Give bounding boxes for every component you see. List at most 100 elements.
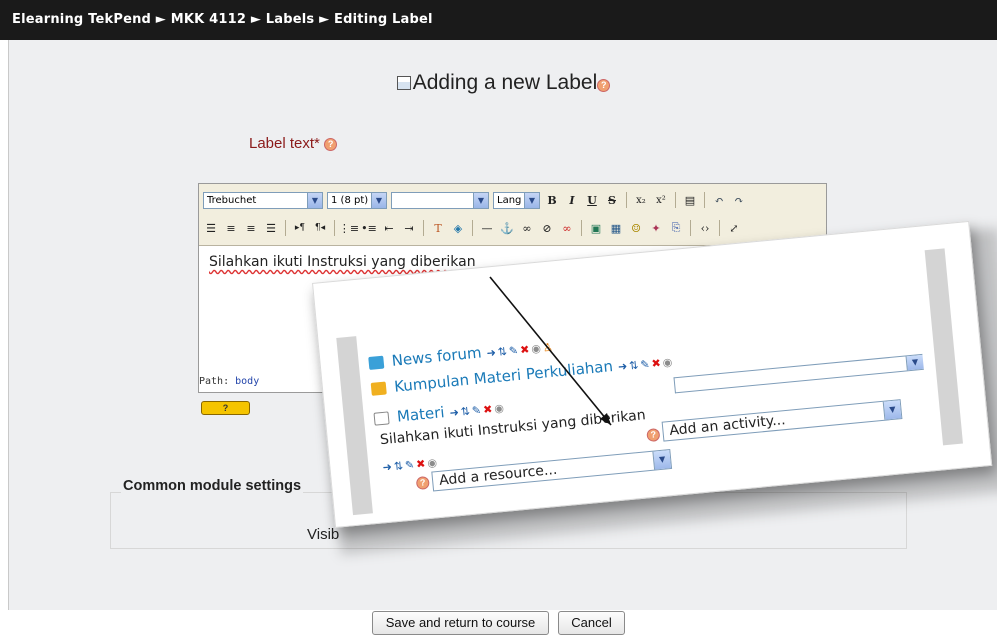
forum-icon — [368, 355, 385, 370]
help-icon[interactable]: ? — [415, 475, 430, 491]
indent-icon[interactable]: ⇥ — [401, 220, 417, 236]
redo-icon[interactable]: ↷ — [731, 192, 747, 208]
page-title-text: Adding a new Label — [412, 71, 598, 94]
breadcrumb-navbar: Elearning TekPend ► MKK 4112 ► Labels ► … — [0, 0, 997, 40]
horizontal-rule-icon[interactable]: — — [479, 220, 495, 236]
breadcrumb-course[interactable]: MKK 4112 — [171, 12, 246, 27]
image-icon[interactable]: ▣ — [588, 220, 604, 236]
italic-icon[interactable]: I — [564, 192, 580, 208]
common-module-settings-legend[interactable]: Common module settings — [121, 478, 304, 494]
anchor-icon[interactable]: ⚓ — [499, 220, 515, 236]
edit-icons: ➜⇅✎✖◉ — [617, 355, 675, 374]
resource-icon — [373, 411, 390, 426]
align-center-icon[interactable]: ≡ — [223, 220, 239, 236]
font-family-select[interactable]: Trebuchet ▼ — [203, 191, 323, 209]
inset-materi-link[interactable]: Materi — [396, 403, 445, 425]
html-source-icon[interactable]: ‹› — [697, 220, 713, 236]
edit-icons: ➜⇅✎✖◉ — [449, 401, 507, 420]
save-button[interactable]: Save and return to course — [372, 611, 549, 635]
edit-icons: ➜⇅✎✖◉♙ — [486, 340, 556, 360]
inset-right-bar — [924, 248, 963, 446]
superscript-icon[interactable]: x² — [653, 192, 669, 208]
breadcrumb-separator: ► — [319, 12, 330, 27]
editor-path: Path: body — [199, 376, 259, 387]
ordered-list-icon[interactable]: ⋮≡ — [339, 220, 359, 236]
toolbar-divider — [423, 220, 424, 236]
breadcrumb-site[interactable]: Elearning TekPend — [12, 12, 151, 27]
visible-label: Visib — [307, 526, 340, 543]
inset-left-bar — [336, 336, 373, 516]
clean-word-icon[interactable]: ▤ — [682, 192, 698, 208]
keyboard-help-button[interactable]: ? — [201, 401, 250, 415]
special-char-icon[interactable]: ✦ — [648, 220, 664, 236]
chevron-down-icon: ▼ — [524, 192, 539, 208]
align-right-icon[interactable]: ≡ — [243, 220, 259, 236]
help-icon[interactable]: ? — [597, 79, 611, 92]
undo-icon[interactable]: ↶ — [711, 192, 727, 208]
toolbar-divider — [719, 220, 720, 236]
search-replace-icon[interactable]: ⎘ — [668, 220, 684, 236]
toolbar-divider — [626, 192, 627, 208]
add-activity-value: Add an activity... — [668, 412, 787, 439]
toolbar-divider — [581, 220, 582, 236]
path-label: Path: — [199, 376, 230, 387]
editor-text: Silahkan ikuti Instruksi yang diberikan — [209, 254, 476, 270]
toolbar-divider — [690, 220, 691, 236]
breadcrumb-separator: ► — [155, 12, 166, 27]
chevron-down-icon: ▼ — [371, 192, 386, 208]
rtl-icon[interactable]: ¶◂ — [312, 220, 328, 236]
outdent-icon[interactable]: ⇤ — [381, 220, 397, 236]
editor-toolbar: Trebuchet ▼ 1 (8 pt) ▼ ▼ Lang ▼ B I U S x₂ … — [199, 184, 826, 246]
breadcrumb-separator: ► — [250, 12, 262, 27]
page-title: Adding a new Label? — [9, 71, 997, 95]
inset-news-forum-link[interactable]: News forum — [391, 343, 482, 369]
format-select[interactable]: ▼ — [391, 191, 489, 209]
breadcrumb-current: Editing Label — [334, 12, 433, 27]
label-module-icon — [396, 76, 411, 90]
label-text-label: Label text* — [249, 135, 320, 152]
smiley-icon[interactable]: ☺ — [628, 220, 644, 236]
font-size-value: 1 (8 pt) — [331, 194, 369, 206]
link-icon[interactable]: ∞ — [519, 220, 535, 236]
toolbar-divider — [285, 220, 286, 236]
label-text-field-label: Label text* ? — [249, 135, 338, 152]
toolbar-divider — [334, 220, 335, 236]
chevron-down-icon: ▼ — [652, 450, 672, 470]
align-left-icon[interactable]: ☰ — [203, 220, 219, 236]
underline-icon[interactable]: U — [584, 192, 600, 208]
fullscreen-icon[interactable]: ⤢ — [726, 220, 742, 236]
table-icon[interactable]: ▦ — [608, 220, 624, 236]
font-size-select[interactable]: 1 (8 pt) ▼ — [327, 191, 387, 209]
chevron-down-icon: ▼ — [905, 354, 924, 371]
breadcrumb-module[interactable]: Labels — [266, 12, 315, 27]
add-activity-select[interactable]: Add an activity... ▼ — [661, 399, 903, 442]
bg-color-icon[interactable]: ◈ — [450, 220, 466, 236]
toolbar-divider — [675, 192, 676, 208]
inset-top-select[interactable]: ▼ — [673, 353, 924, 394]
lang-value: Lang — [497, 194, 522, 206]
unordered-list-icon[interactable]: •≡ — [361, 220, 377, 236]
help-icon[interactable]: ? — [324, 138, 338, 151]
chevron-down-icon: ▼ — [882, 400, 902, 420]
chevron-down-icon: ▼ — [307, 192, 322, 208]
ltr-icon[interactable]: ▸¶ — [292, 220, 308, 236]
help-icon[interactable]: ? — [646, 427, 661, 443]
strikethrough-icon[interactable]: S — [604, 192, 620, 208]
unlink-icon[interactable]: ⊘ — [539, 220, 555, 236]
cancel-button[interactable]: Cancel — [558, 611, 625, 635]
lang-select[interactable]: Lang ▼ — [493, 191, 540, 209]
chevron-down-icon: ▼ — [473, 192, 488, 208]
subscript-icon[interactable]: x₂ — [633, 192, 649, 208]
add-resource-value: Add a resource... — [438, 461, 558, 489]
toolbar-divider — [704, 192, 705, 208]
text-color-icon[interactable]: T — [430, 220, 446, 236]
path-value[interactable]: body — [235, 376, 259, 387]
justify-icon[interactable]: ☰ — [263, 220, 279, 236]
bold-icon[interactable]: B — [544, 192, 560, 208]
nolink-icon[interactable]: ∞ — [559, 220, 575, 236]
folder-icon — [370, 381, 387, 396]
toolbar-divider — [472, 220, 473, 236]
editor-toolbar-row-2: ☰ ≡ ≡ ☰ ▸¶ ¶◂ ⋮≡ •≡ ⇤ ⇥ T ◈ — ⚓ ∞ ⊘ ∞ ▣ … — [203, 216, 822, 240]
font-family-value: Trebuchet — [207, 194, 257, 206]
add-resource-select[interactable]: Add a resource... ▼ — [431, 449, 673, 492]
